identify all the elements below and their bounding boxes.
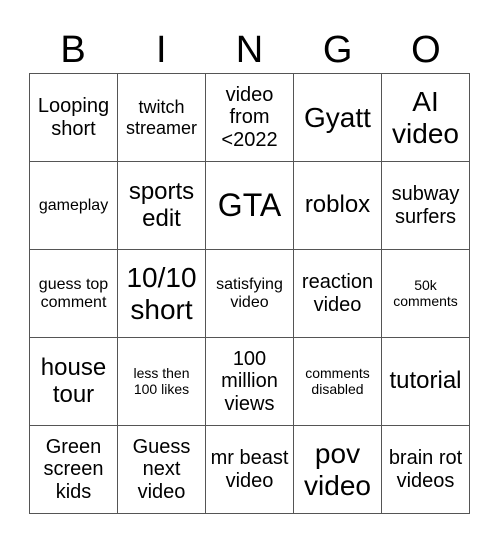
bingo-cell[interactable]: guess top comment bbox=[30, 250, 118, 338]
header-letter-n: N bbox=[235, 29, 264, 71]
bingo-cell[interactable]: comments disabled bbox=[294, 338, 382, 426]
bingo-cell[interactable]: twitch streamer bbox=[118, 74, 206, 162]
bingo-cell[interactable]: Gyatt bbox=[294, 74, 382, 162]
bingo-cell[interactable]: less then 100 likes bbox=[118, 338, 206, 426]
bingo-cell[interactable]: video from <2022 bbox=[206, 74, 294, 162]
bingo-cell[interactable]: roblox bbox=[294, 162, 382, 250]
header-letter-i: I bbox=[156, 29, 167, 71]
bingo-cell[interactable]: Looping short bbox=[30, 74, 118, 162]
bingo-cell[interactable]: tutorial bbox=[382, 338, 470, 426]
bingo-cell[interactable]: 100 million views bbox=[206, 338, 294, 426]
bingo-grid: Looping short twitch streamer video from… bbox=[29, 73, 470, 514]
bingo-cell[interactable]: satisfying video bbox=[206, 250, 294, 338]
header-letter-o: O bbox=[411, 29, 441, 71]
bingo-cell[interactable]: AI video bbox=[382, 74, 470, 162]
bingo-cell[interactable]: GTA bbox=[206, 162, 294, 250]
bingo-cell[interactable]: Guess next video bbox=[118, 426, 206, 514]
bingo-cell[interactable]: house tour bbox=[30, 338, 118, 426]
bingo-cell[interactable]: Green screen kids bbox=[30, 426, 118, 514]
bingo-cell[interactable]: reaction video bbox=[294, 250, 382, 338]
bingo-cell[interactable]: 50k comments bbox=[382, 250, 470, 338]
bingo-cell[interactable]: mr beast video bbox=[206, 426, 294, 514]
bingo-cell[interactable]: pov video bbox=[294, 426, 382, 514]
bingo-cell[interactable]: subway surfers bbox=[382, 162, 470, 250]
bingo-header: B I N G O bbox=[29, 28, 470, 72]
header-letter-g: G bbox=[322, 29, 353, 71]
bingo-cell[interactable]: sports edit bbox=[118, 162, 206, 250]
bingo-cell[interactable]: brain rot videos bbox=[382, 426, 470, 514]
bingo-cell[interactable]: gameplay bbox=[30, 162, 118, 250]
bingo-cell[interactable]: 10/10 short bbox=[118, 250, 206, 338]
header-letter-b: B bbox=[60, 29, 86, 71]
